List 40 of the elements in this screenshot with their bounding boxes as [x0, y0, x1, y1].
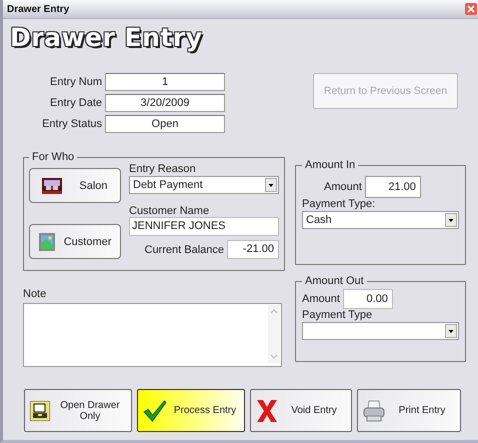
field-label: Amount [302, 293, 340, 305]
check-icon [143, 400, 167, 422]
action-button[interactable]: Void Entry [250, 389, 352, 432]
input-field[interactable]: -21.00 [227, 240, 279, 259]
note-field[interactable] [23, 303, 282, 367]
close-icon[interactable] [465, 3, 477, 15]
selector-button[interactable]: Customer [29, 224, 121, 259]
input-field[interactable]: 0.00 [342, 289, 393, 309]
field-label: Amount [324, 181, 362, 193]
input-field[interactable]: JENNIFER JONES [129, 217, 279, 236]
group-title: Amount Out [304, 275, 365, 287]
field-label: Payment Type: [302, 198, 376, 210]
dropdown[interactable]: Cash [302, 211, 459, 229]
x-icon [256, 398, 278, 422]
window-title: Drawer Entry [7, 4, 70, 14]
field-label: Current Balance [144, 244, 224, 256]
field-label: Entry Date [49, 97, 102, 109]
field-label: Entry Num [49, 76, 102, 88]
group-title: Amount In [304, 159, 356, 171]
input-field[interactable]: Open [105, 115, 225, 133]
group-title: For Who [31, 151, 76, 163]
cash-register-icon [30, 400, 50, 420]
input-field[interactable]: 21.00 [364, 176, 421, 198]
input-field[interactable]: 3/20/2009 [105, 94, 225, 112]
selector-button[interactable]: Salon [29, 168, 121, 203]
field-label: Payment Type [302, 309, 372, 321]
printer-icon [363, 400, 385, 422]
action-button[interactable]: Open Drawer Only [24, 389, 132, 432]
field-label: Customer Name [129, 205, 210, 217]
salon-icon [42, 178, 62, 194]
scrollbar-icon[interactable] [268, 305, 280, 363]
field-label: Entry Reason [129, 163, 197, 175]
field-label: Entry Status [41, 118, 102, 130]
action-button[interactable]: Print Entry [357, 389, 461, 432]
input-field[interactable]: 1 [105, 73, 225, 91]
screen-heading: Drawer Entry [10, 23, 204, 54]
field-label: Note [23, 288, 48, 300]
dropdown[interactable]: Debt Payment [129, 176, 279, 194]
landscape-icon [38, 232, 55, 250]
action-button[interactable]: Process Entry [137, 389, 245, 432]
